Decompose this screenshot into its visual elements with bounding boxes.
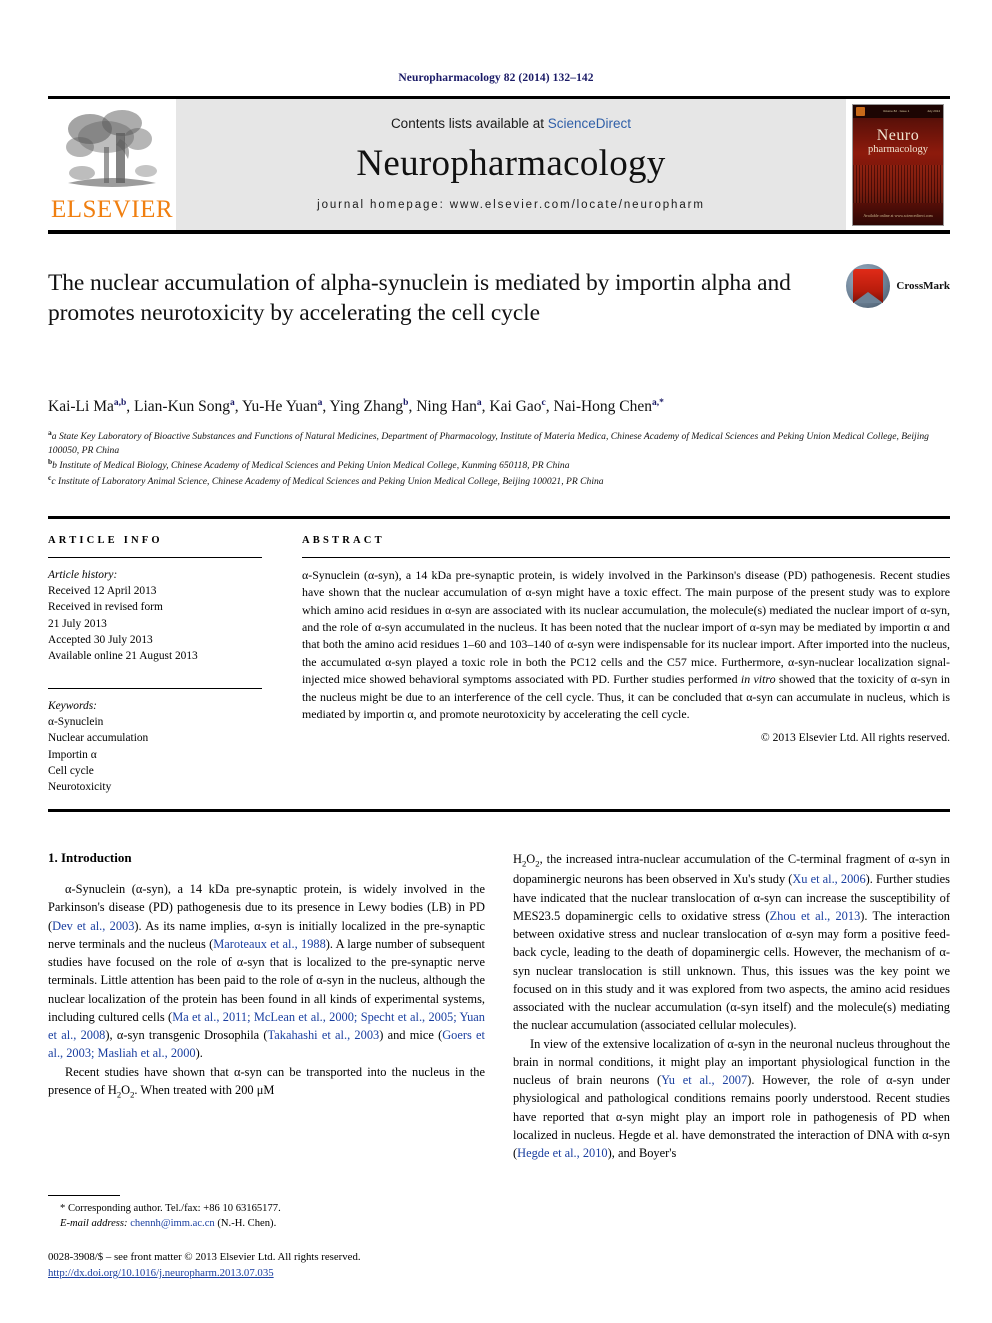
- intro-paragraph: Recent studies have shown that α-syn can…: [48, 1064, 485, 1100]
- keyword-item: Cell cycle: [48, 764, 94, 777]
- journal-article-page: Neuropharmacology 82 (2014) 132–142 ELSE…: [0, 0, 992, 1323]
- article-info-column: ARTICLE INFO Article history: Received 1…: [48, 535, 280, 795]
- elsevier-logo: ELSEVIER: [48, 99, 176, 230]
- abstract-copyright: © 2013 Elsevier Ltd. All rights reserved…: [760, 731, 950, 745]
- email-suffix: (N.-H. Chen).: [217, 1218, 277, 1230]
- crossmark-icon: [846, 264, 891, 308]
- keyword-item: Nuclear accumulation: [48, 732, 149, 745]
- cover-artwork: [853, 164, 943, 203]
- email-line: E-mail address: chennh@imm.ac.cn (N.-H. …: [48, 1216, 485, 1231]
- body-column-right: H2O2, the increased intra-nuclear accumu…: [513, 850, 950, 1162]
- body-column-left: 1. Introduction α-Synuclein (α-syn), a 1…: [48, 850, 485, 1162]
- doi-link[interactable]: http://dx.doi.org/10.1016/j.neuropharm.2…: [48, 1265, 485, 1281]
- history-item: Received 12 April 2013: [48, 585, 157, 598]
- divider: [48, 556, 262, 558]
- corresponding-author-line: * Corresponding author. Tel./fax: +86 10…: [60, 1202, 281, 1214]
- history-item: Received in revised form: [48, 601, 163, 614]
- cover-footer-text: Available online at www.sciencedirect.co…: [863, 212, 933, 218]
- cover-image: Volume 82 · Issue 1 July 2014 Neuro phar…: [852, 103, 944, 226]
- elsevier-wordmark: ELSEVIER: [50, 196, 174, 223]
- corresponding-author-note: * Corresponding author. Tel./fax: +86 10…: [48, 1201, 485, 1232]
- cover-title-line1: Neuro: [876, 126, 920, 144]
- cover-elsevier-mark: [856, 106, 865, 116]
- journal-cover-thumbnail: Volume 82 · Issue 1 July 2014 Neuro phar…: [846, 99, 950, 230]
- journal-header-block: Contents lists available at ScienceDirec…: [176, 99, 846, 230]
- cover-title: Neuro pharmacology: [853, 127, 943, 155]
- abstract-column: ABSTRACT α-Synuclein (α-syn), a 14 kDa p…: [280, 535, 950, 795]
- footnote-divider: [48, 1194, 120, 1196]
- section-title-introduction: 1. Introduction: [48, 850, 132, 866]
- crossmark-label: CrossMark: [896, 280, 950, 292]
- cover-title-line2: pharmacology: [867, 143, 929, 155]
- keyword-item: Importin α: [48, 748, 97, 761]
- page-title: The nuclear accumulation of alpha-synucl…: [48, 270, 791, 327]
- article-info-heading: ARTICLE INFO: [48, 534, 163, 546]
- footnote-area: * Corresponding author. Tel./fax: +86 10…: [48, 1194, 485, 1281]
- sciencedirect-link[interactable]: ScienceDirect: [548, 116, 631, 131]
- keyword-item: α-Synuclein: [48, 716, 104, 729]
- author-list: Kai-Li Maa,b, Lian-Kun Songa, Yu-He Yuan…: [48, 397, 664, 415]
- intro-paragraph: α-Synuclein (α-syn), a 14 kDa pre-synapt…: [48, 882, 485, 1061]
- divider: [48, 688, 262, 690]
- intro-paragraph: H2O2, the increased intra-nuclear accumu…: [513, 852, 950, 1033]
- divider: [302, 556, 950, 558]
- cover-date-text: July 2014: [927, 109, 940, 113]
- journal-masthead: ELSEVIER Contents lists available at Sci…: [48, 96, 950, 234]
- history-item: Available online 21 August 2013: [48, 649, 198, 662]
- keywords-label: Keywords:: [48, 700, 97, 713]
- affiliation-c: cc Institute of Laboratory Animal Scienc…: [48, 472, 604, 487]
- journal-homepage-link[interactable]: journal homepage: www.elsevier.com/locat…: [317, 199, 705, 211]
- title-area: The nuclear accumulation of alpha-synucl…: [48, 264, 950, 380]
- abstract-heading: ABSTRACT: [302, 534, 385, 546]
- cover-volume-text: Volume 82 · Issue 1: [882, 109, 910, 113]
- affiliation-b: bb Institute of Medical Biology, Chinese…: [48, 457, 570, 472]
- abstract-text: α-Synuclein (α-syn), a 14 kDa pre-synapt…: [302, 567, 950, 721]
- history-item: Accepted 30 July 2013: [48, 633, 153, 646]
- elsevier-tree-icon: [66, 110, 157, 187]
- history-item: 21 July 2013: [48, 617, 107, 630]
- journal-title: Neuropharmacology: [356, 142, 666, 184]
- affiliation-list: aa State Key Laboratory of Bioactive Sub…: [48, 428, 950, 488]
- article-history-block: Article history: Received 12 April 2013 …: [48, 567, 262, 664]
- body-columns: 1. Introduction α-Synuclein (α-syn), a 1…: [48, 850, 950, 1162]
- issn-line: 0028-3908/$ – see front matter © 2013 El…: [48, 1250, 361, 1263]
- cover-topbar: Volume 82 · Issue 1 July 2014: [853, 104, 943, 118]
- keywords-block: Keywords: α-Synuclein Nuclear accumulati…: [48, 698, 262, 795]
- copyright-footer: 0028-3908/$ – see front matter © 2013 El…: [48, 1249, 485, 1281]
- crossmark-badge[interactable]: CrossMark: [846, 264, 950, 308]
- keyword-item: Neurotoxicity: [48, 781, 112, 794]
- running-head: Neuropharmacology 82 (2014) 132–142: [398, 72, 594, 84]
- email-label: E-mail address:: [60, 1218, 128, 1230]
- article-history-label: Article history:: [48, 568, 118, 581]
- info-abstract-band: ARTICLE INFO Article history: Received 1…: [48, 515, 950, 813]
- affiliation-a: aa State Key Laboratory of Bioactive Sub…: [48, 428, 929, 456]
- email-link[interactable]: chennh@imm.ac.cn: [130, 1218, 214, 1229]
- intro-paragraph: In view of the extensive localization of…: [513, 1036, 950, 1160]
- contents-prefix: Contents lists available at: [390, 115, 548, 131]
- contents-available-line: Contents lists available at ScienceDirec…: [391, 116, 631, 131]
